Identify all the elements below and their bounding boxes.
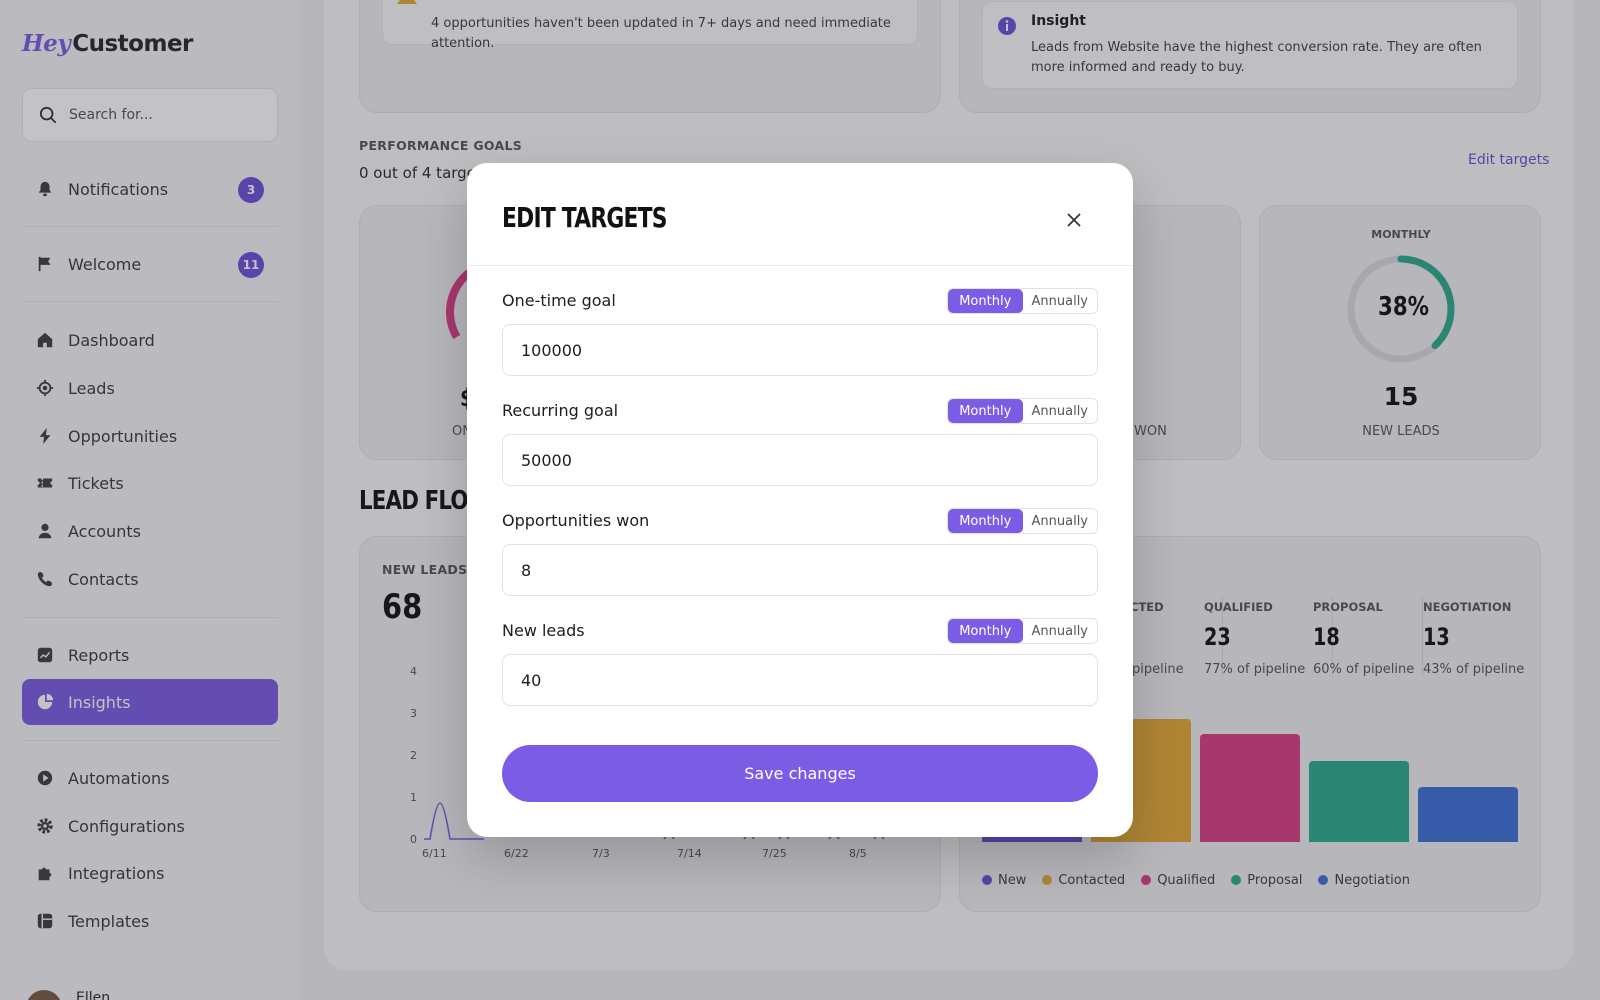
modal-title: EDIT TARGETS bbox=[502, 201, 667, 234]
toggle-annually[interactable]: Annually bbox=[1023, 619, 1098, 643]
toggle-monthly[interactable]: Monthly bbox=[948, 289, 1023, 313]
new-leads-input[interactable] bbox=[502, 654, 1098, 706]
field-label-recurring: Recurring goal bbox=[502, 401, 619, 420]
toggle-annually[interactable]: Annually bbox=[1023, 289, 1098, 313]
modal-divider bbox=[467, 265, 1133, 266]
onetime-goal-input[interactable] bbox=[502, 324, 1098, 376]
period-toggle-new-leads: Monthly Annually bbox=[947, 618, 1098, 644]
toggle-annually[interactable]: Annually bbox=[1023, 509, 1098, 533]
period-toggle-onetime: Monthly Annually bbox=[947, 288, 1098, 314]
recurring-goal-input[interactable] bbox=[502, 434, 1098, 486]
toggle-monthly[interactable]: Monthly bbox=[948, 619, 1023, 643]
toggle-annually[interactable]: Annually bbox=[1023, 399, 1098, 423]
period-toggle-recurring: Monthly Annually bbox=[947, 398, 1098, 424]
field-label-new-leads: New leads bbox=[502, 621, 585, 640]
toggle-monthly[interactable]: Monthly bbox=[948, 509, 1023, 533]
save-changes-button[interactable]: Save changes bbox=[502, 745, 1098, 802]
opportunities-won-input[interactable] bbox=[502, 544, 1098, 596]
edit-targets-modal: EDIT TARGETS One-time goal Monthly Annua… bbox=[467, 163, 1133, 837]
field-label-onetime: One-time goal bbox=[502, 291, 616, 310]
field-label-opportunities: Opportunities won bbox=[502, 511, 650, 530]
period-toggle-opportunities: Monthly Annually bbox=[947, 508, 1098, 534]
close-button[interactable] bbox=[1061, 207, 1087, 233]
toggle-monthly[interactable]: Monthly bbox=[948, 399, 1023, 423]
close-icon bbox=[1067, 213, 1081, 227]
